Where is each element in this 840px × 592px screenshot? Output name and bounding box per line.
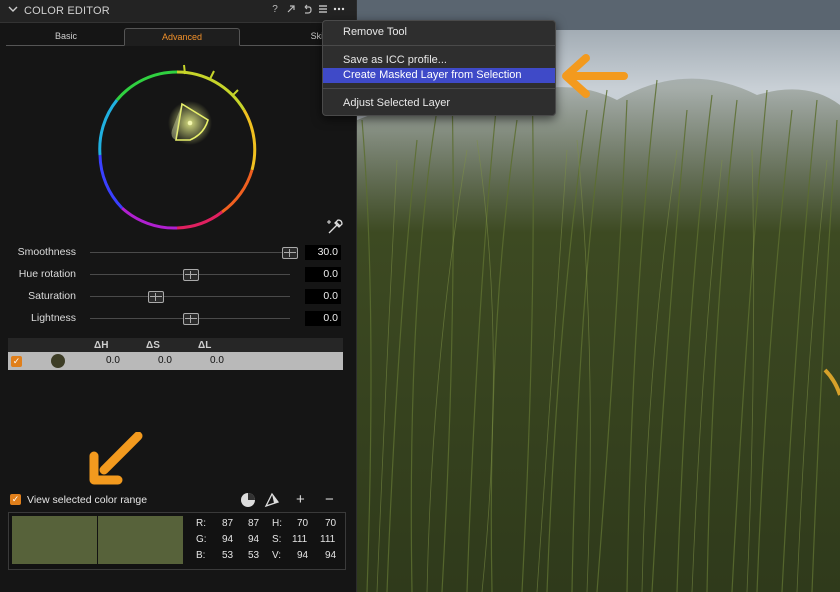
smoothness-slider-knob[interactable] (282, 247, 298, 259)
delta-s-header: ΔS (146, 340, 160, 351)
correction-enable-checkbox[interactable]: ✓ (11, 356, 22, 367)
smoothness-value[interactable]: 30.0 (305, 245, 341, 260)
v-label: V: (272, 550, 282, 561)
saturation-slider-knob[interactable] (148, 291, 164, 303)
s1-value: 111 (292, 534, 308, 545)
lightness-slider-knob[interactable] (183, 313, 199, 325)
color-picker-icon[interactable] (326, 218, 344, 236)
b1-value: 53 (222, 550, 234, 561)
remove-range-button[interactable]: − (325, 491, 334, 508)
h2-value: 70 (325, 518, 337, 529)
menu-separator (323, 45, 555, 46)
tool-options-menu: Remove Tool Save as ICC profile... Creat… (322, 20, 556, 116)
correction-dl-value: 0.0 (210, 355, 224, 366)
range-pie-icon[interactable] (240, 492, 256, 508)
saturation-label: Saturation (28, 290, 76, 302)
hue-rotation-label: Hue rotation (18, 268, 76, 280)
v2-value: 94 (325, 550, 337, 561)
list-icon[interactable] (317, 4, 329, 17)
tab-advanced[interactable]: Advanced (124, 28, 240, 46)
tab-basic[interactable]: Basic (16, 28, 116, 44)
g1-value: 94 (222, 534, 234, 545)
menu-item-remove-tool[interactable]: Remove Tool (323, 25, 555, 40)
color-wheel[interactable] (92, 60, 262, 235)
smoothness-label: Smoothness (17, 246, 76, 258)
h1-value: 70 (297, 518, 309, 529)
menu-item-create-masked-layer[interactable]: Create Masked Layer from Selection (323, 68, 555, 83)
reset-icon[interactable] (301, 4, 313, 17)
correction-dh-value: 0.0 (106, 355, 120, 366)
expand-icon[interactable] (285, 4, 297, 17)
h-label: H: (272, 518, 282, 529)
r-label: R: (196, 518, 206, 529)
menu-item-adjust-selected-layer[interactable]: Adjust Selected Layer (323, 96, 555, 111)
tab-bar: Basic Advanced Skin Tone (6, 28, 356, 46)
b-label: B: (196, 550, 206, 561)
corrections-header (8, 338, 343, 352)
lightness-label: Lightness (31, 312, 76, 324)
r1-value: 87 (222, 518, 234, 529)
add-range-button[interactable]: + (296, 491, 305, 508)
before-swatch (12, 516, 97, 564)
menu-separator (323, 88, 555, 89)
v1-value: 94 (297, 550, 309, 561)
correction-row[interactable]: ✓ 0.0 0.0 0.0 (8, 352, 343, 370)
view-color-range-checkbox[interactable]: ✓ (10, 494, 21, 505)
hue-rotation-slider-knob[interactable] (183, 269, 199, 281)
more-icon[interactable] (333, 4, 345, 17)
menu-item-save-icc-profile[interactable]: Save as ICC profile... (323, 53, 555, 68)
help-icon[interactable]: ? (269, 4, 281, 15)
correction-ds-value: 0.0 (158, 355, 172, 366)
g2-value: 94 (248, 534, 260, 545)
delta-h-header: ΔH (94, 340, 109, 351)
correction-color-swatch (51, 354, 65, 368)
view-color-range-label: View selected color range (27, 494, 148, 506)
range-picker-icon[interactable] (264, 492, 280, 508)
saturation-value[interactable]: 0.0 (305, 289, 341, 304)
s2-value: 111 (320, 534, 336, 545)
hue-rotation-value[interactable]: 0.0 (305, 267, 341, 282)
smoothness-slider[interactable] (90, 252, 290, 253)
panel-title: COLOR EDITOR (24, 5, 110, 17)
lightness-value[interactable]: 0.0 (305, 311, 341, 326)
orange-arrow-annotation (558, 50, 630, 102)
after-swatch (98, 516, 183, 564)
delta-l-header: ΔL (198, 340, 212, 351)
orange-arrow-annotation (88, 431, 144, 486)
saturation-slider[interactable] (90, 296, 290, 297)
collapse-chevron-icon[interactable] (8, 4, 18, 17)
g-label: G: (196, 534, 207, 545)
b2-value: 53 (248, 550, 260, 561)
r2-value: 87 (248, 518, 260, 529)
s-label: S: (272, 534, 282, 545)
color-editor-panel: COLOR EDITOR ? Basic Advanced Skin Tone (0, 0, 357, 592)
